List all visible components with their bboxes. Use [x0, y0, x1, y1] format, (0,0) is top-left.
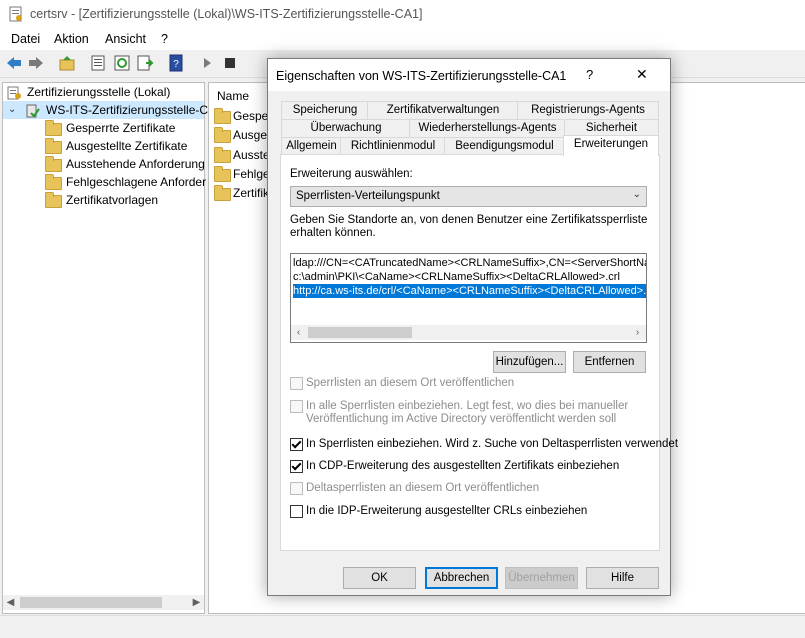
folder-icon: [214, 166, 231, 182]
help-book-icon[interactable]: ?: [167, 54, 185, 72]
list-item-label: Zertifik: [233, 186, 269, 200]
folder-icon: [45, 120, 62, 136]
ca-root-icon: [7, 85, 22, 100]
menu-ansicht[interactable]: Ansicht: [105, 32, 146, 46]
publish-delta-crl-checkbox[interactable]: [290, 482, 303, 495]
locations-description: Geben Sie Standorte an, von denen Benutz…: [290, 214, 647, 240]
scrollbar-thumb[interactable]: [20, 597, 162, 608]
svg-text:?: ?: [173, 59, 179, 70]
properties-dialog: Eigenschaften von WS-ITS-Zertifizierungs…: [267, 58, 678, 596]
list-horizontal-scrollbar[interactable]: ‹ ›: [291, 325, 646, 340]
console-tree: Zertifizierungsstelle (Lokal) ⌄ WS-ITS-Z…: [2, 82, 208, 614]
menu-datei[interactable]: Datei: [11, 32, 40, 46]
folder-icon: [214, 108, 231, 124]
list-item-label: Fehlge: [233, 167, 270, 181]
tree-ca-node[interactable]: ⌄ WS-ITS-Zertifizierungsstelle-C: [3, 101, 208, 119]
include-all-crls-label: In alle Sperrlisten einbeziehen. Legt fe…: [306, 400, 628, 426]
tab-registrierungs-agents[interactable]: Registrierungs-Agents: [517, 101, 659, 119]
include-in-idp-checkbox[interactable]: [290, 505, 303, 518]
tab-zertifikatverwaltungen[interactable]: Zertifikatverwaltungen: [367, 101, 519, 119]
include-in-cdp-label: In CDP-Erweiterung des ausgestellten Zer…: [306, 460, 620, 472]
window-title: certsrv - [Zertifizierungsstelle (Lokal)…: [30, 7, 423, 21]
tree-ca-label: WS-ITS-Zertifizierungsstelle-C: [46, 103, 209, 117]
export-list-icon[interactable]: [136, 54, 154, 72]
certsrv-app-icon: [8, 6, 24, 22]
scroll-left-icon[interactable]: ◀: [3, 595, 18, 610]
extension-dropdown-value: Sperrlisten-Verteilungspunkt: [296, 190, 440, 202]
forward-arrow-icon[interactable]: [27, 54, 45, 72]
folder-icon: [214, 185, 231, 201]
menu-help[interactable]: ?: [161, 32, 168, 46]
tree-root-label: Zertifizierungsstelle (Lokal): [27, 85, 171, 99]
stop-service-icon[interactable]: [221, 54, 239, 72]
folder-icon: [214, 147, 231, 163]
refresh-icon[interactable]: [113, 54, 131, 72]
folder-icon: [45, 138, 62, 154]
tab-allgemein[interactable]: Allgemein: [281, 137, 342, 155]
tab-ueberwachung[interactable]: Überwachung: [281, 119, 411, 137]
properties-icon[interactable]: [89, 54, 107, 72]
crl-location-list[interactable]: ldap:///CN=<CATruncatedName><CRLNameSuff…: [290, 253, 647, 343]
include-in-cdp-checkbox[interactable]: [290, 460, 303, 473]
chevron-down-icon[interactable]: ⌄: [8, 101, 16, 119]
extension-dropdown[interactable]: Sperrlisten-Verteilungspunkt ⌄: [290, 186, 647, 207]
scroll-left-icon[interactable]: ‹: [291, 325, 306, 340]
scroll-right-icon[interactable]: ›: [630, 325, 645, 340]
back-arrow-icon[interactable]: [5, 54, 23, 72]
menu-bar: Datei Aktion Ansicht ?: [0, 30, 805, 50]
folder-icon: [45, 174, 62, 190]
include-in-crls-checkbox[interactable]: [290, 438, 303, 451]
dialog-close-button[interactable]: ✕: [636, 66, 648, 83]
tab-beendigungsmodul[interactable]: Beendigungsmodul: [444, 137, 565, 155]
tab-wiederherstellungs-agents[interactable]: Wiederherstellungs-Agents: [409, 119, 566, 137]
tree-folder-label: Ausgestellte Zertifikate: [66, 139, 188, 153]
ca-server-icon: [25, 103, 40, 118]
start-service-icon[interactable]: [198, 54, 216, 72]
remove-location-button[interactable]: Entfernen: [573, 351, 646, 373]
apply-button[interactable]: Übernehmen: [505, 567, 578, 589]
tree-folder-label: Fehlgeschlagene Anforder: [66, 175, 207, 189]
publish-crl-checkbox[interactable]: [290, 377, 303, 390]
publish-delta-crl-label: Deltasperrlisten an diesem Ort veröffent…: [306, 482, 540, 494]
crl-location-item-selected[interactable]: http://ca.ws-its.de/crl/<CaName><CRLName…: [293, 284, 646, 298]
up-folder-icon[interactable]: [58, 54, 76, 72]
description-line: erhalten können.: [290, 227, 376, 239]
dialog-title: Eigenschaften von WS-ITS-Zertifizierungs…: [276, 69, 567, 83]
tree-horizontal-scrollbar[interactable]: ◀ ▶: [3, 595, 204, 610]
tab-erweiterungen[interactable]: Erweiterungen: [563, 135, 659, 156]
list-item-label: Ausste: [233, 148, 270, 162]
publish-crl-label: Sperrlisten an diesem Ort veröffentliche…: [306, 377, 515, 389]
include-in-idp-label: In die IDP-Erweiterung ausgestellter CRL…: [306, 505, 588, 517]
chevron-down-icon: ⌄: [632, 189, 641, 200]
folder-icon: [45, 156, 62, 172]
extension-select-label: Erweiterung auswählen:: [290, 168, 413, 180]
dialog-help-button[interactable]: ?: [586, 67, 593, 82]
crl-location-item[interactable]: ldap:///CN=<CATruncatedName><CRLNameSuff…: [293, 256, 646, 270]
add-location-button[interactable]: Hinzufügen...: [493, 351, 566, 373]
include-all-crls-checkbox[interactable]: [290, 400, 303, 413]
scrollbar-thumb[interactable]: [308, 327, 412, 338]
tab-speicherung[interactable]: Speicherung: [281, 101, 369, 119]
include-all-crls-line: Veröffentlichung im Active Directory ver…: [306, 413, 617, 425]
menu-aktion[interactable]: Aktion: [54, 32, 89, 46]
tab-richtlinienmodul[interactable]: Richtlinienmodul: [340, 137, 446, 155]
include-all-crls-line: In alle Sperrlisten einbeziehen. Legt fe…: [306, 400, 629, 412]
folder-icon: [214, 127, 231, 143]
status-bar: [0, 615, 805, 638]
crl-location-item[interactable]: c:\admin\PKI\<CaName><CRLNameSuffix><Del…: [293, 270, 620, 284]
tree-folder-label: Gesperrte Zertifikate: [66, 121, 176, 135]
window-titlebar: certsrv - [Zertifizierungsstelle (Lokal)…: [0, 0, 805, 30]
scroll-right-icon[interactable]: ▶: [189, 595, 204, 610]
folder-icon: [45, 192, 62, 208]
help-button[interactable]: Hilfe: [586, 567, 659, 589]
dialog-titlebar: Eigenschaften von WS-ITS-Zertifizierungs…: [268, 59, 670, 91]
column-header-name[interactable]: Name: [217, 89, 249, 103]
ok-button[interactable]: OK: [343, 567, 416, 589]
cancel-button[interactable]: Abbrechen: [425, 567, 498, 589]
description-line: Geben Sie Standorte an, von denen Benutz…: [290, 214, 648, 226]
tree-folder-label: Zertifikatvorlagen: [66, 193, 159, 207]
tree-folder-label: Ausstehende Anforderung: [66, 157, 205, 171]
extensions-tab-panel: Erweiterung auswählen: Sperrlisten-Verte…: [280, 154, 678, 551]
include-in-crls-label: In Sperrlisten einbeziehen. Wird z. Such…: [306, 438, 679, 450]
